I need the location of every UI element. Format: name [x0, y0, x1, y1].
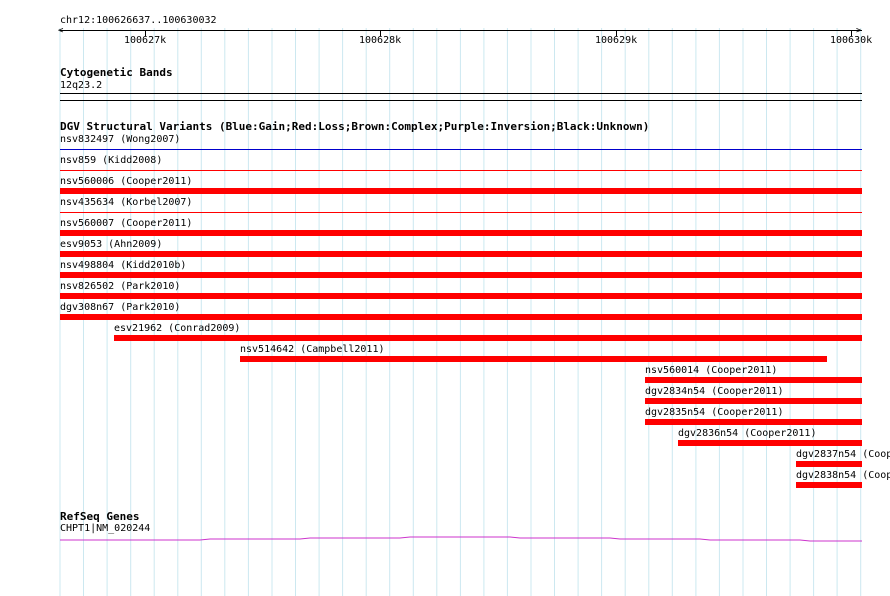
- region-label: chr12:100626637..100630032: [60, 15, 217, 26]
- refseq-track-title[interactable]: RefSeq Genes: [60, 511, 139, 523]
- variant-label[interactable]: nsv514642 (Campbell2011): [240, 344, 385, 356]
- cytoband-label[interactable]: 12q23.2: [60, 80, 102, 92]
- variant-feature[interactable]: [60, 212, 862, 213]
- variant-label[interactable]: nsv498804 (Kidd2010b): [60, 260, 186, 272]
- variant-bar[interactable]: [114, 335, 862, 341]
- ruler-tick-label: 100630k: [830, 35, 873, 46]
- ruler-tick-label: 100628k: [359, 35, 402, 46]
- variant-label[interactable]: dgv2838n54 (Coop: [796, 470, 890, 482]
- variant-label[interactable]: dgv2836n54 (Cooper2011): [678, 428, 816, 440]
- variant-label[interactable]: nsv560006 (Cooper2011): [60, 176, 192, 188]
- variant-bar[interactable]: [240, 356, 827, 362]
- variant-label[interactable]: esv9053 (Ahn2009): [60, 239, 162, 251]
- variant-label[interactable]: esv21962 (Conrad2009): [114, 323, 240, 335]
- variant-bar[interactable]: [645, 377, 862, 383]
- gene-model[interactable]: [0, 530, 890, 546]
- variant-label[interactable]: nsv832497 (Wong2007): [60, 134, 180, 146]
- variant-bar[interactable]: [796, 482, 862, 488]
- variant-bar[interactable]: [60, 230, 862, 236]
- variant-label[interactable]: nsv560014 (Cooper2011): [645, 365, 777, 377]
- gene-line: [60, 536, 862, 542]
- variant-bar[interactable]: [60, 272, 862, 278]
- variant-label[interactable]: dgv2837n54 (Coop: [796, 449, 890, 461]
- variant-bar[interactable]: [60, 251, 862, 257]
- cytoband-line: [60, 93, 862, 94]
- ruler-left-arrow: <: [58, 26, 64, 36]
- variant-bar[interactable]: [60, 293, 862, 299]
- variant-label[interactable]: nsv435634 (Korbel2007): [60, 197, 192, 209]
- variant-feature[interactable]: [60, 149, 862, 150]
- ruler-tick-label: 100629k: [595, 35, 638, 46]
- variant-bar[interactable]: [645, 419, 862, 425]
- variant-label[interactable]: nsv826502 (Park2010): [60, 281, 180, 293]
- variant-label[interactable]: dgv308n67 (Park2010): [60, 302, 180, 314]
- variant-label[interactable]: nsv859 (Kidd2008): [60, 155, 162, 167]
- variant-bar[interactable]: [60, 314, 862, 320]
- variant-bar[interactable]: [60, 188, 862, 194]
- variant-bar[interactable]: [678, 440, 862, 446]
- ruler-tick-label: 100627k: [124, 35, 167, 46]
- cytoband-line: [60, 100, 862, 101]
- variant-label[interactable]: dgv2835n54 (Cooper2011): [645, 407, 783, 419]
- cytoband-track-title[interactable]: Cytogenetic Bands: [60, 67, 173, 79]
- variant-feature[interactable]: [60, 170, 862, 171]
- dgv-track-title[interactable]: DGV Structural Variants (Blue:Gain;Red:L…: [60, 121, 649, 133]
- variant-bar[interactable]: [645, 398, 862, 404]
- variant-bar[interactable]: [796, 461, 862, 467]
- ruler-axis: [60, 30, 862, 31]
- variant-label[interactable]: nsv560007 (Cooper2011): [60, 218, 192, 230]
- variant-label[interactable]: dgv2834n54 (Cooper2011): [645, 386, 783, 398]
